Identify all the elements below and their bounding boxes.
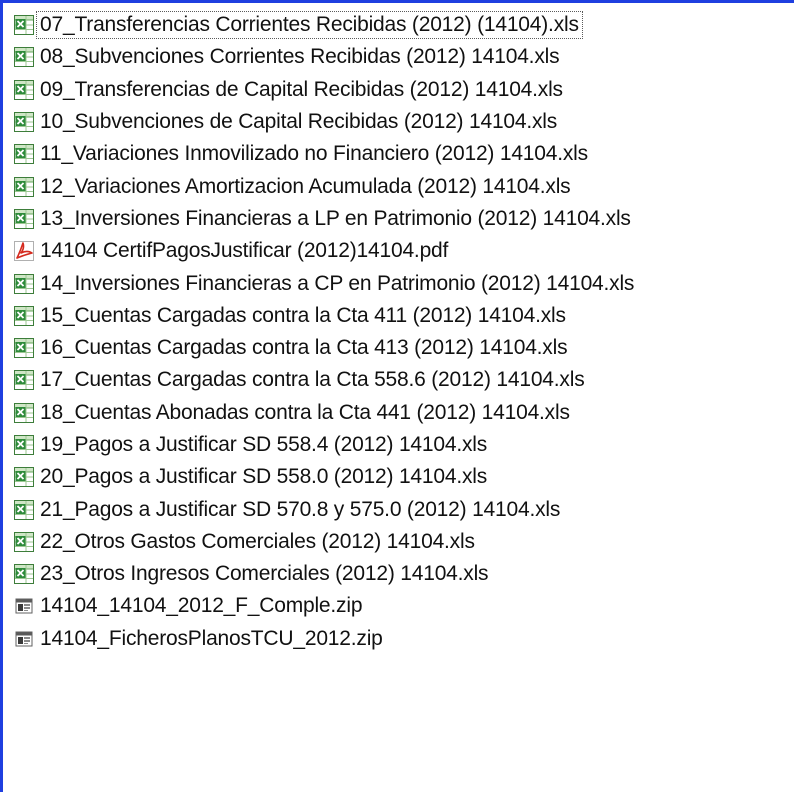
file-name: 14104 CertifPagosJustificar (2012)14104.… [40,239,449,263]
file-item[interactable]: 09_Transferencias de Capital Recibidas (… [13,74,636,106]
file-list: 07_Transferencias Corrientes Recibidas (… [13,9,636,655]
file-item[interactable]: 17_Cuentas Cargadas contra la Cta 558.6 … [13,364,636,396]
file-name: 20_Pagos a Justificar SD 558.0 (2012) 14… [40,465,488,489]
file-name: 13_Inversiones Financieras a LP en Patri… [40,206,631,230]
file-name: 09_Transferencias de Capital Recibidas (… [40,77,563,101]
file-name: 07_Transferencias Corrientes Recibidas (… [36,11,583,40]
file-item[interactable]: 11_Variaciones Inmovilizado no Financier… [13,138,636,170]
file-item[interactable]: 12_Variaciones Amortizacion Acumulada (2… [13,170,636,202]
excel-icon [13,531,35,553]
file-name: 17_Cuentas Cargadas contra la Cta 558.6 … [40,368,585,392]
file-item[interactable]: 08_Subvenciones Corrientes Recibidas (20… [13,41,636,73]
excel-icon [13,434,35,456]
file-name: 08_Subvenciones Corrientes Recibidas (20… [40,45,560,69]
excel-icon [13,176,35,198]
excel-icon [13,305,35,327]
pdf-icon [13,240,35,262]
excel-icon [13,111,35,133]
excel-icon [13,46,35,68]
file-name: 16_Cuentas Cargadas contra la Cta 413 (2… [40,336,568,360]
excel-icon [13,79,35,101]
file-item[interactable]: 10_Subvenciones de Capital Recibidas (20… [13,106,636,138]
excel-icon [13,14,35,36]
excel-icon [13,563,35,585]
file-name: 22_Otros Gastos Comerciales (2012) 14104… [40,529,475,553]
excel-icon [13,402,35,424]
file-item[interactable]: 19_Pagos a Justificar SD 558.4 (2012) 14… [13,429,636,461]
file-item[interactable]: 14104_FicherosPlanosTCU_2012.zip [13,623,636,655]
excel-icon [13,143,35,165]
file-item[interactable]: 20_Pagos a Justificar SD 558.0 (2012) 14… [13,461,636,493]
file-item[interactable]: 22_Otros Gastos Comerciales (2012) 14104… [13,526,636,558]
file-item[interactable]: 07_Transferencias Corrientes Recibidas (… [13,9,636,41]
file-name: 11_Variaciones Inmovilizado no Financier… [40,142,588,166]
excel-icon [13,466,35,488]
file-name: 10_Subvenciones de Capital Recibidas (20… [40,110,558,134]
file-item[interactable]: 23_Otros Ingresos Comerciales (2012) 141… [13,558,636,590]
excel-icon [13,208,35,230]
file-item[interactable]: 14_Inversiones Financieras a CP en Patri… [13,267,636,299]
explorer-window: 07_Transferencias Corrientes Recibidas (… [0,0,794,792]
file-name: 12_Variaciones Amortizacion Acumulada (2… [40,174,571,198]
excel-icon [13,273,35,295]
file-item[interactable]: 13_Inversiones Financieras a LP en Patri… [13,203,636,235]
excel-icon [13,499,35,521]
file-name: 23_Otros Ingresos Comerciales (2012) 141… [40,562,489,586]
file-item[interactable]: 16_Cuentas Cargadas contra la Cta 413 (2… [13,332,636,364]
file-name: 18_Cuentas Abonadas contra la Cta 441 (2… [40,400,570,424]
file-item[interactable]: 14104_14104_2012_F_Comple.zip [13,590,636,622]
file-name: 19_Pagos a Justificar SD 558.4 (2012) 14… [40,433,488,456]
file-name: 14104_FicherosPlanosTCU_2012.zip [40,626,383,650]
file-item[interactable]: 14104 CertifPagosJustificar (2012)14104.… [13,235,636,267]
file-item[interactable]: 15_Cuentas Cargadas contra la Cta 411 (2… [13,300,636,332]
file-name: 15_Cuentas Cargadas contra la Cta 411 (2… [40,303,566,327]
excel-icon [13,369,35,391]
file-name: 14104_14104_2012_F_Comple.zip [40,594,363,618]
file-item[interactable]: 18_Cuentas Abonadas contra la Cta 441 (2… [13,397,636,429]
excel-icon [13,337,35,359]
file-name: 21_Pagos a Justificar SD 570.8 y 575.0 (… [40,497,561,521]
zip-icon [13,628,35,650]
zip-icon [13,595,35,617]
file-item[interactable]: 21_Pagos a Justificar SD 570.8 y 575.0 (… [13,493,636,525]
file-name: 14_Inversiones Financieras a CP en Patri… [40,271,635,295]
